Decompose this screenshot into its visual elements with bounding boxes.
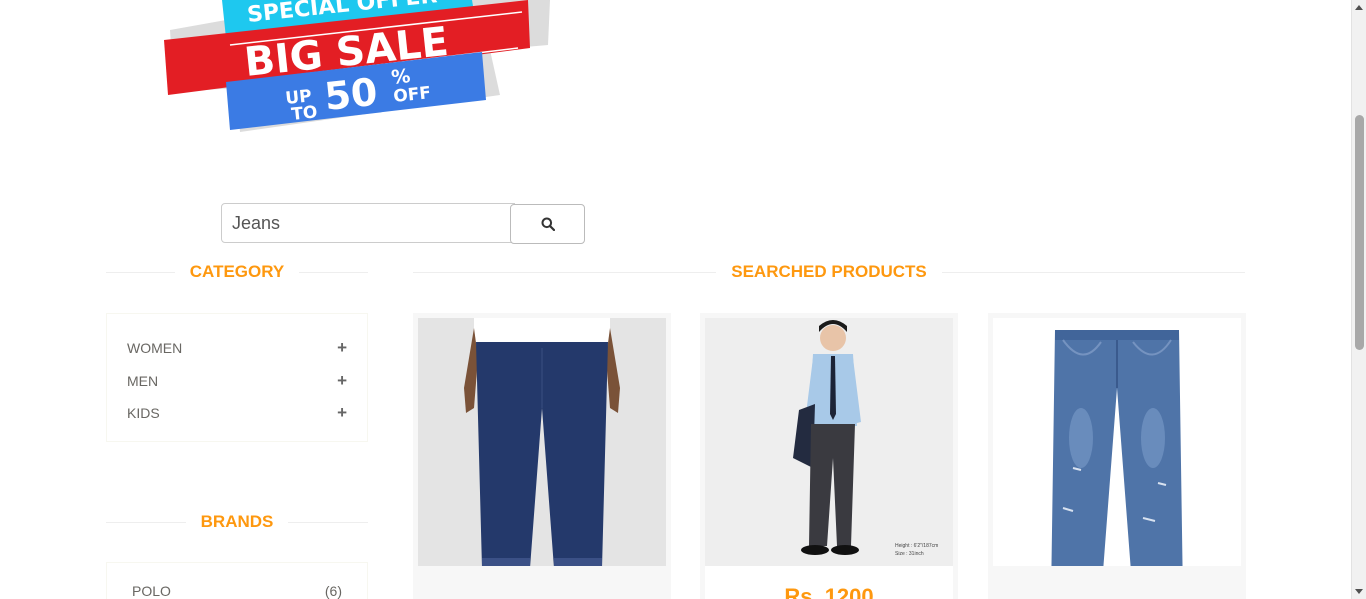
- product-card[interactable]: Height : 6'2"/187cm Size : 31inch Rs. 12…: [700, 313, 958, 599]
- model-height-caption: Height : 6'2"/187cm: [895, 543, 938, 549]
- plus-icon[interactable]: +: [337, 338, 347, 358]
- sale-banner: SPECIAL OFFER BIG SALE UP TO 50 % OFF: [164, 0, 550, 132]
- scroll-up-arrow-icon[interactable]: [1355, 5, 1363, 10]
- product-image[interactable]: Height : 6'2"/187cm Size : 31inch: [705, 318, 953, 566]
- scroll-down-arrow-icon[interactable]: [1355, 589, 1363, 594]
- page: SPECIAL OFFER BIG SALE UP TO 50 % OFF CA…: [0, 0, 1366, 599]
- brand-label: POLO: [132, 583, 171, 599]
- jeans-model-image: [418, 318, 665, 566]
- scrollbar-thumb[interactable]: [1355, 115, 1364, 350]
- product-image[interactable]: [418, 318, 666, 566]
- category-item-kids[interactable]: KIDS +: [107, 397, 367, 430]
- brands-heading: BRANDS: [106, 512, 369, 532]
- category-title: CATEGORY: [189, 262, 285, 281]
- product-info: Rs. 1200: [705, 566, 953, 599]
- category-label: KIDS: [127, 405, 160, 422]
- searched-products-title: SEARCHED PRODUCTS: [731, 262, 927, 281]
- searched-products-heading: SEARCHED PRODUCTS: [413, 262, 1245, 282]
- product-price: Rs. 1200: [784, 584, 874, 599]
- search-button[interactable]: [510, 204, 585, 244]
- category-heading: CATEGORY: [106, 262, 369, 282]
- product-card[interactable]: [988, 313, 1246, 599]
- brand-count: (6): [324, 583, 342, 599]
- jeans-image: [993, 318, 1241, 566]
- plus-icon[interactable]: +: [337, 403, 347, 423]
- page-scrollbar[interactable]: [1351, 0, 1366, 599]
- plus-icon[interactable]: +: [337, 371, 347, 391]
- brands-list: POLO (6): [106, 562, 368, 599]
- trousers-model-image: Height : 6'2"/187cm Size : 31inch: [705, 318, 953, 566]
- search-input[interactable]: [221, 203, 515, 243]
- banner-percent-value: 50: [322, 70, 379, 119]
- category-item-women[interactable]: WOMEN +: [107, 332, 367, 365]
- search-icon: [541, 217, 555, 231]
- category-item-men[interactable]: MEN +: [107, 365, 367, 398]
- category-label: WOMEN: [127, 340, 183, 357]
- brands-title: BRANDS: [200, 512, 274, 531]
- brand-item-polo[interactable]: POLO (6): [107, 583, 367, 599]
- category-list: WOMEN + MEN + KIDS +: [106, 313, 368, 442]
- product-image[interactable]: [993, 318, 1241, 566]
- banner-off: OFF: [392, 83, 432, 107]
- model-size-caption: Size : 31inch: [895, 551, 924, 557]
- product-card[interactable]: [413, 313, 671, 599]
- category-label: MEN: [127, 372, 159, 389]
- banner-to: TO: [290, 102, 318, 125]
